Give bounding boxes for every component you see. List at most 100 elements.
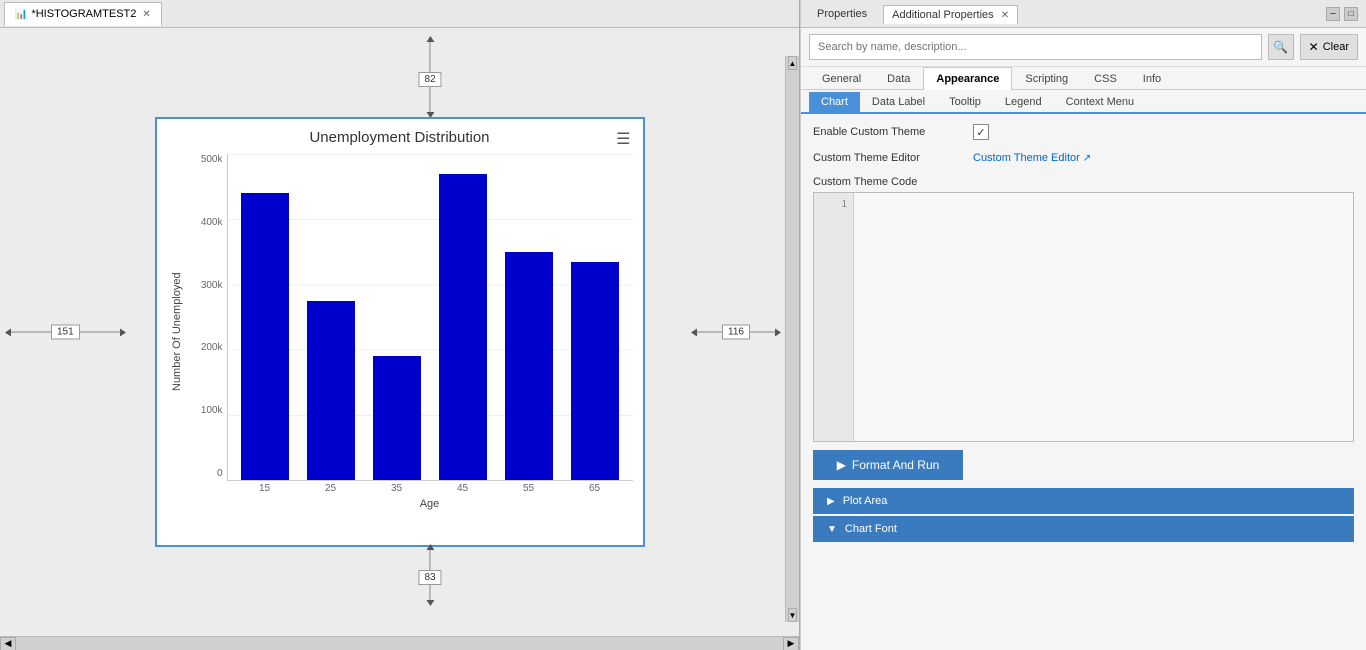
y-ticks: 500k 400k 300k 200k 100k 0 bbox=[187, 154, 227, 481]
property-tabs: General Data Appearance Scripting CSS In… bbox=[801, 67, 1366, 90]
chart-plot-area: 500k 400k 300k 200k 100k 0 bbox=[187, 154, 633, 510]
x-axis-title: Age bbox=[227, 498, 633, 510]
chart-font-section-button[interactable]: ▼ Chart Font bbox=[813, 516, 1354, 542]
ruler-top: 82 bbox=[418, 36, 441, 118]
y-tick-100k: 100k bbox=[201, 405, 223, 416]
bars-area bbox=[227, 154, 633, 481]
format-run-container: ▶ Format And Run bbox=[813, 450, 1354, 480]
ruler-line-bottom2 bbox=[430, 585, 431, 600]
ruler-line-right2 bbox=[750, 332, 775, 333]
tab-additional-properties[interactable]: Additional Properties ✕ bbox=[883, 5, 1018, 24]
format-run-button[interactable]: ▶ Format And Run bbox=[813, 450, 963, 480]
editor-tab[interactable]: 📊 *HISTOGRAMTEST2 ✕ bbox=[4, 2, 162, 26]
vertical-scrollbar[interactable]: ▲ ▼ bbox=[785, 56, 799, 622]
enable-custom-theme-checkbox[interactable]: ✓ bbox=[973, 124, 989, 140]
arrow-right-icon bbox=[775, 328, 781, 336]
x-label-35: 35 bbox=[364, 483, 430, 494]
scroll-right-button[interactable]: ▶ bbox=[783, 637, 799, 650]
tab-icon: 📊 bbox=[15, 9, 27, 20]
custom-theme-editor-label: Custom Theme Editor bbox=[813, 152, 963, 164]
scroll-up-button[interactable]: ▲ bbox=[788, 56, 798, 70]
tab-label: *HISTOGRAMTEST2 bbox=[31, 8, 136, 20]
tab-close-icon[interactable]: ✕ bbox=[142, 9, 150, 20]
chart-canvas-area: 82 Unemployment Distribution ☰ Number Of… bbox=[0, 28, 799, 636]
code-content[interactable] bbox=[854, 193, 1353, 441]
tab-appearance[interactable]: Appearance bbox=[923, 67, 1012, 90]
additional-tab-close-icon[interactable]: ✕ bbox=[1001, 10, 1009, 21]
ruler-right: 116 bbox=[691, 325, 781, 340]
ruler-bottom: 83 bbox=[418, 544, 441, 606]
bar-wrapper-25 bbox=[298, 154, 364, 480]
search-button[interactable]: 🔍 bbox=[1268, 34, 1294, 60]
bar-65 bbox=[571, 262, 619, 480]
search-input[interactable] bbox=[809, 34, 1262, 60]
bar-15 bbox=[241, 193, 289, 480]
x-label-15: 15 bbox=[232, 483, 298, 494]
tab-scripting[interactable]: Scripting bbox=[1012, 67, 1081, 90]
ruler-line-top bbox=[430, 42, 431, 72]
custom-theme-editor-row: Custom Theme Editor Custom Theme Editor … bbox=[813, 152, 1354, 164]
chart-menu-icon[interactable]: ☰ bbox=[616, 129, 630, 149]
x-label-65: 65 bbox=[562, 483, 628, 494]
y-tick-300k: 300k bbox=[201, 280, 223, 291]
sub-tab-data-label[interactable]: Data Label bbox=[860, 92, 937, 112]
chart-inner: Number Of Unemployed 500k 400k 300k 200k… bbox=[167, 154, 633, 510]
external-link-icon: ↗ bbox=[1083, 153, 1091, 164]
plot-area-section-button[interactable]: ▶ Plot Area bbox=[813, 488, 1354, 514]
sub-tab-context-menu[interactable]: Context Menu bbox=[1054, 92, 1146, 112]
clear-label: Clear bbox=[1323, 41, 1349, 53]
bar-wrapper-35 bbox=[364, 154, 430, 480]
right-panel: Properties Additional Properties ✕ ─ □ 🔍… bbox=[800, 0, 1366, 650]
custom-theme-code-row: Custom Theme Code bbox=[813, 176, 1354, 188]
ruler-line-left2 bbox=[80, 332, 120, 333]
maximize-button[interactable]: □ bbox=[1344, 7, 1358, 21]
scroll-left-button[interactable]: ◀ bbox=[0, 637, 16, 650]
ruler-top-label: 82 bbox=[418, 72, 441, 87]
tab-info[interactable]: Info bbox=[1130, 67, 1174, 90]
sub-tab-legend[interactable]: Legend bbox=[993, 92, 1054, 112]
bar-55 bbox=[505, 252, 553, 480]
tab-bar: 📊 *HISTOGRAMTEST2 ✕ bbox=[0, 0, 799, 28]
chart-font-label: Chart Font bbox=[845, 523, 897, 535]
horizontal-scrollbar[interactable]: ◀ ▶ bbox=[0, 636, 799, 650]
sub-tab-tooltip[interactable]: Tooltip bbox=[937, 92, 993, 112]
plot-area-label: Plot Area bbox=[843, 495, 888, 507]
ruler-line-bottom bbox=[430, 550, 431, 570]
bar-wrapper-65 bbox=[562, 154, 628, 480]
bar-25 bbox=[307, 301, 355, 480]
checkbox-checkmark: ✓ bbox=[976, 126, 985, 139]
chart-font-chevron-icon: ▼ bbox=[827, 524, 837, 535]
play-icon: ▶ bbox=[837, 458, 846, 472]
custom-theme-editor-link[interactable]: Custom Theme Editor ↗ bbox=[973, 152, 1091, 164]
arrow-right-left-icon bbox=[120, 328, 126, 336]
scroll-down-button[interactable]: ▼ bbox=[788, 608, 798, 622]
x-label-55: 55 bbox=[496, 483, 562, 494]
custom-theme-code-label: Custom Theme Code bbox=[813, 176, 963, 188]
tab-properties[interactable]: Properties bbox=[809, 5, 875, 23]
bar-35 bbox=[373, 356, 421, 480]
h-scroll-thumb bbox=[20, 640, 779, 648]
minimize-button[interactable]: ─ bbox=[1326, 7, 1340, 21]
ruler-left: 151 bbox=[5, 325, 126, 340]
sub-tabs: Chart Data Label Tooltip Legend Context … bbox=[801, 92, 1366, 114]
sub-tab-chart[interactable]: Chart bbox=[809, 92, 860, 112]
y-tick-200k: 200k bbox=[201, 342, 223, 353]
bar-wrapper-15 bbox=[233, 154, 299, 480]
tab-general[interactable]: General bbox=[809, 67, 874, 90]
clear-button[interactable]: ✕ Clear bbox=[1300, 34, 1358, 60]
code-editor[interactable]: 1 bbox=[813, 192, 1354, 442]
enable-custom-theme-label: Enable Custom Theme bbox=[813, 126, 963, 138]
line-numbers: 1 bbox=[814, 193, 854, 441]
tab-data[interactable]: Data bbox=[874, 67, 923, 90]
tab-css[interactable]: CSS bbox=[1081, 67, 1130, 90]
ruler-bottom-label: 83 bbox=[418, 570, 441, 585]
y-ticks-and-bars: 500k 400k 300k 200k 100k 0 bbox=[187, 154, 633, 481]
bar-wrapper-55 bbox=[496, 154, 562, 480]
panel-header: Properties Additional Properties ✕ ─ □ bbox=[801, 0, 1366, 28]
y-tick-400k: 400k bbox=[201, 217, 223, 228]
window-controls: ─ □ bbox=[1326, 7, 1358, 21]
x-label-45: 45 bbox=[430, 483, 496, 494]
ruler-line-right bbox=[697, 332, 722, 333]
y-tick-500k: 500k bbox=[201, 154, 223, 165]
format-run-label: Format And Run bbox=[852, 458, 939, 472]
